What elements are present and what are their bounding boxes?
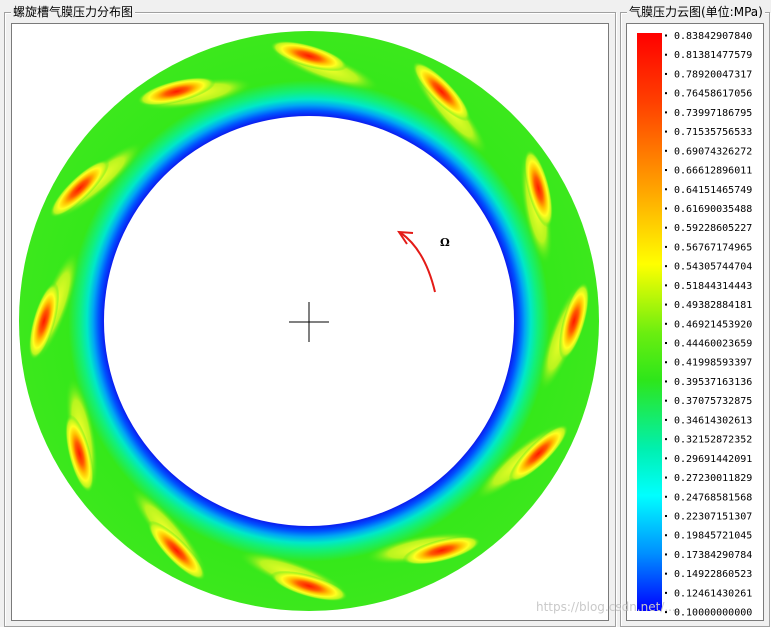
legend-value-label: 0.22307151307 (674, 512, 752, 523)
legend-tick (665, 34, 667, 37)
legend-value-label: 0.17384290784 (674, 550, 752, 561)
legend-tick (665, 226, 667, 229)
legend-tick (665, 476, 667, 479)
legend-labels: 0.83842907840 0.81381477579 0.78920047317 0… (665, 31, 752, 619)
legend-tick (665, 284, 667, 287)
legend-tick (665, 53, 667, 56)
legend-value-label: 0.19845721045 (674, 531, 752, 542)
legend-value-label: 0.41998593397 (674, 358, 752, 369)
color-legend: 0.83842907840 0.81381477579 0.78920047317 0… (637, 31, 752, 619)
legend-tick (665, 149, 667, 152)
legend-value-label: 0.59228605227 (674, 223, 752, 234)
legend-value-label: 0.69074326272 (674, 146, 752, 157)
legend-value-label: 0.83842907840 (674, 31, 752, 42)
legend-value-label: 0.27230011829 (674, 473, 752, 484)
legend-tick (665, 265, 667, 268)
legend-value-label: 0.66612896011 (674, 166, 752, 177)
legend-tick (665, 457, 667, 460)
legend-tick (665, 111, 667, 114)
legend-group-title: 气膜压力云图(单位:MPa) (627, 4, 765, 20)
legend-value-label: 0.12461430261 (674, 588, 752, 599)
legend-tick (665, 380, 667, 383)
legend-value-label: 0.14922860523 (674, 569, 752, 580)
legend-tick (665, 534, 667, 537)
legend-value-label: 0.54305744704 (674, 262, 752, 273)
legend-value-label: 0.39537163136 (674, 377, 752, 388)
legend-group: 气膜压力云图(单位:MPa) 0.83842907840 0.813814775… (620, 4, 770, 627)
legend-tick (665, 245, 667, 248)
legend-value-label: 0.71535756533 (674, 127, 752, 138)
plot-group-title: 螺旋槽气膜压力分布图 (11, 4, 136, 20)
legend-tick (665, 92, 667, 95)
legend-tick (665, 515, 667, 517)
legend-value-label: 0.34614302613 (674, 415, 752, 426)
legend-tick (665, 130, 667, 133)
legend-tick (665, 399, 667, 402)
legend-tick (665, 303, 667, 306)
legend-tick (665, 72, 667, 75)
legend-tick (665, 361, 667, 364)
legend-value-label: 0.32152872352 (674, 435, 752, 446)
legend-tick (665, 188, 667, 191)
legend-value-label: 0.49382884181 (674, 300, 752, 311)
legend-value-label: 0.73997186795 (674, 108, 752, 119)
legend-value-label: 0.46921453920 (674, 319, 752, 330)
legend-value-label: 0.56767174965 (674, 242, 752, 253)
legend-tick (665, 169, 667, 172)
legend-tick (665, 342, 667, 345)
legend-value-label: 0.61690035488 (674, 204, 752, 215)
legend-tick (665, 553, 667, 556)
legend-value-label: 0.51844314443 (674, 281, 752, 292)
legend-tick (665, 322, 667, 325)
legend-value-label: 0.81381477579 (674, 50, 752, 61)
rotation-label: Ω (440, 236, 450, 249)
legend-value-label: 0.44460023659 (674, 339, 752, 350)
legend-panel: 0.83842907840 0.81381477579 0.78920047317 0… (626, 23, 764, 621)
legend-value-label: 0.24768581568 (674, 492, 752, 503)
legend-value-label: 0.64151465749 (674, 185, 752, 196)
pressure-plot-panel: Ω (11, 23, 609, 621)
legend-color-bar (637, 33, 662, 611)
legend-value-label: 0.76458617056 (674, 89, 752, 100)
legend-tick (665, 438, 667, 441)
legend-tick (665, 572, 667, 575)
legend-tick (665, 495, 667, 498)
legend-value-label: 0.29691442091 (674, 454, 752, 465)
watermark: https://blog.csdn.net/... (536, 600, 676, 614)
legend-tick (665, 418, 667, 421)
legend-value-label: 0.10000000000 (674, 608, 752, 619)
pressure-plot-group: 螺旋槽气膜压力分布图 Ω (4, 4, 616, 627)
legend-value-label: 0.78920047317 (674, 69, 752, 80)
legend-tick (665, 591, 667, 594)
pressure-contour-plot: Ω (19, 31, 599, 611)
legend-value-label: 0.37075732875 (674, 396, 752, 407)
legend-tick (665, 207, 667, 210)
